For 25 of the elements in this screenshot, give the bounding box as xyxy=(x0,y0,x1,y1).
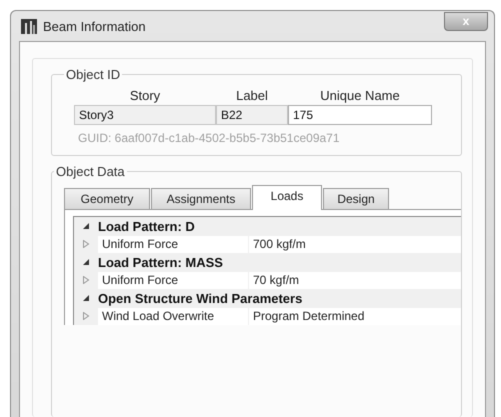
property-value: 700 kgf/m xyxy=(248,236,461,252)
group-legend: Object ID xyxy=(64,67,122,82)
category-title: Open Structure Wind Parameters xyxy=(98,290,302,306)
expand-icon[interactable] xyxy=(82,294,90,302)
column-header: Story xyxy=(128,88,162,105)
tab[interactable]: Assignments xyxy=(151,188,251,210)
tab[interactable]: Geometry xyxy=(64,188,150,210)
category-title: Load Pattern: MASS xyxy=(98,254,223,270)
property-name: Uniform Force xyxy=(98,236,248,252)
expand-icon[interactable] xyxy=(82,258,90,266)
app-icon xyxy=(21,18,37,34)
guid-text: GUID: 6aaf007d-c1ab-4502-b5b5-73b51ce09a71 xyxy=(78,131,341,145)
column-header: Unique Name xyxy=(319,88,401,105)
column-header: Label xyxy=(235,88,269,105)
tab[interactable]: Loads xyxy=(252,185,322,210)
text-field[interactable]: 175 xyxy=(288,105,432,125)
property-value: Program Determined xyxy=(248,308,461,324)
property-name: Wind Load Overwrite xyxy=(98,308,248,324)
group-legend: Object Data xyxy=(54,164,127,179)
expand-icon[interactable] xyxy=(82,222,90,230)
property-name: Uniform Force xyxy=(98,272,248,288)
tab[interactable]: Design xyxy=(323,188,389,210)
property-value: 70 kgf/m xyxy=(248,272,461,288)
category-title: Load Pattern: D xyxy=(98,218,195,234)
window-title: Beam Information xyxy=(43,18,147,34)
